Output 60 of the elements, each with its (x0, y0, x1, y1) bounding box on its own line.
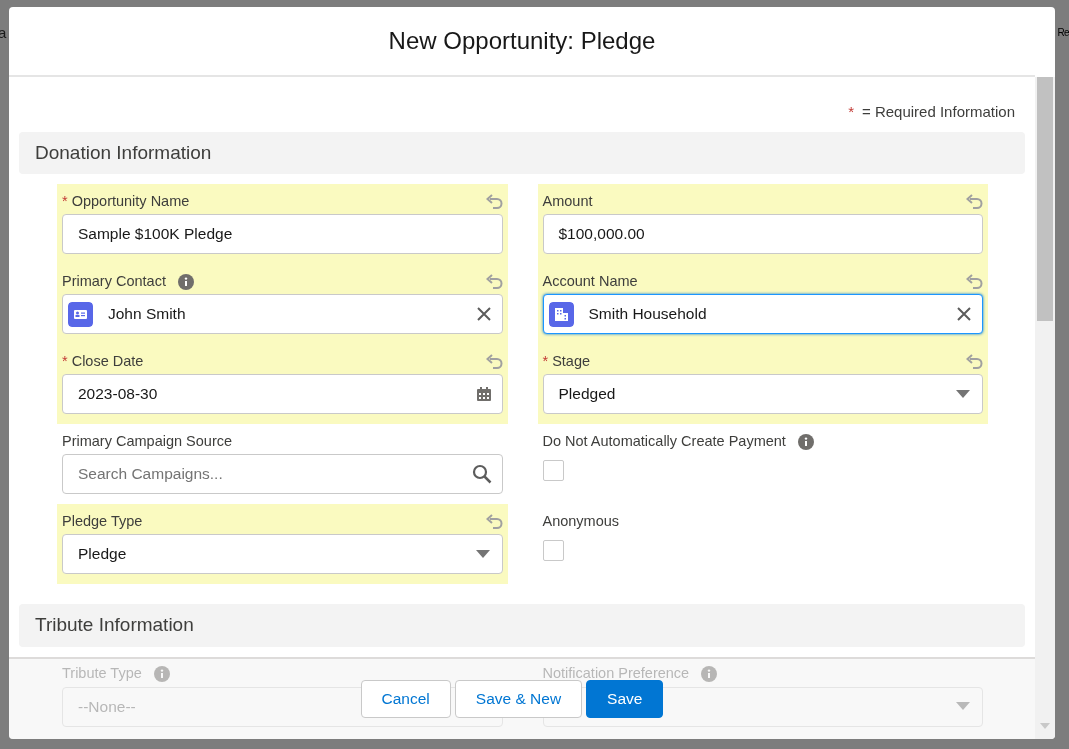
field-label: Tribute Type (62, 664, 142, 684)
undo-icon[interactable] (485, 353, 503, 370)
field-label: Stage (552, 351, 591, 371)
required-mark: * (848, 102, 854, 122)
save-button[interactable]: Save (586, 680, 664, 718)
field-value: --None-- (78, 696, 136, 717)
info-icon[interactable] (177, 273, 194, 290)
scrollbar[interactable] (1035, 77, 1055, 739)
calendar-icon[interactable] (475, 386, 492, 402)
field-value: 2023-08-30 (78, 384, 158, 405)
field-value: Pledged (558, 384, 616, 405)
date-field[interactable]: 2023-08-30 (62, 374, 503, 414)
dropdown-caret-icon[interactable] (956, 389, 970, 399)
placeholder-text: Search Campaigns... (78, 464, 224, 485)
field-value: John Smith (108, 304, 186, 325)
lookup-field[interactable]: Smith Household (542, 294, 983, 334)
undo-icon[interactable] (485, 193, 503, 210)
modal-title: New Opportunity: Pledge (388, 26, 656, 56)
field-label: Primary Contact (62, 271, 166, 291)
text-field[interactable]: $100,000.00 (542, 214, 983, 254)
page-text: Re (1057, 26, 1069, 40)
section-header[interactable]: Donation Information (19, 131, 1025, 174)
field-value: Pledge (78, 544, 127, 565)
field-value: Sample $100K Pledge (78, 224, 233, 245)
search-field[interactable]: Search Campaigns... (62, 454, 503, 494)
lookup-field[interactable]: John Smith (62, 294, 503, 334)
undo-icon[interactable] (966, 353, 983, 370)
info-icon[interactable] (797, 433, 814, 450)
checkbox[interactable] (542, 540, 564, 561)
search-icon[interactable] (471, 464, 492, 484)
footer-button[interactable]: Cancel (360, 680, 451, 718)
building-icon (548, 301, 574, 327)
required-mark: * (542, 351, 549, 371)
footer-button[interactable]: Save & New (454, 680, 583, 718)
field-label: Anonymous (542, 511, 620, 531)
section-header[interactable]: Tribute Information (19, 604, 1025, 647)
clear-icon[interactable] (956, 306, 972, 322)
dropdown-field[interactable]: Pledge (62, 534, 503, 574)
field-label: Do Not Automatically Create Payment (542, 431, 786, 451)
field-value: Smith Household (588, 304, 707, 325)
checkbox[interactable] (542, 460, 564, 481)
legend-text: = Required Information (862, 102, 1015, 122)
undo-icon[interactable] (966, 193, 983, 210)
text-field[interactable]: Sample $100K Pledge (62, 214, 503, 254)
field-value: $100,000.00 (558, 224, 645, 245)
clear-icon[interactable] (475, 306, 492, 322)
field-label: Pledge Type (62, 511, 143, 531)
undo-icon[interactable] (485, 273, 503, 290)
field-label: Primary Campaign Source (62, 431, 233, 451)
required-mark: * (62, 191, 68, 211)
field-label: Account Name (542, 271, 638, 291)
undo-icon[interactable] (966, 273, 983, 290)
field-label: Amount (542, 191, 593, 211)
dropdown-field[interactable]: Pledged (542, 374, 983, 414)
dropdown-caret-icon[interactable] (475, 549, 490, 559)
field-label: Close Date (71, 351, 144, 371)
field-label: Opportunity Name (71, 191, 190, 211)
required-mark: * (62, 351, 68, 371)
contact-card-icon (68, 301, 93, 327)
undo-icon[interactable] (485, 513, 503, 530)
